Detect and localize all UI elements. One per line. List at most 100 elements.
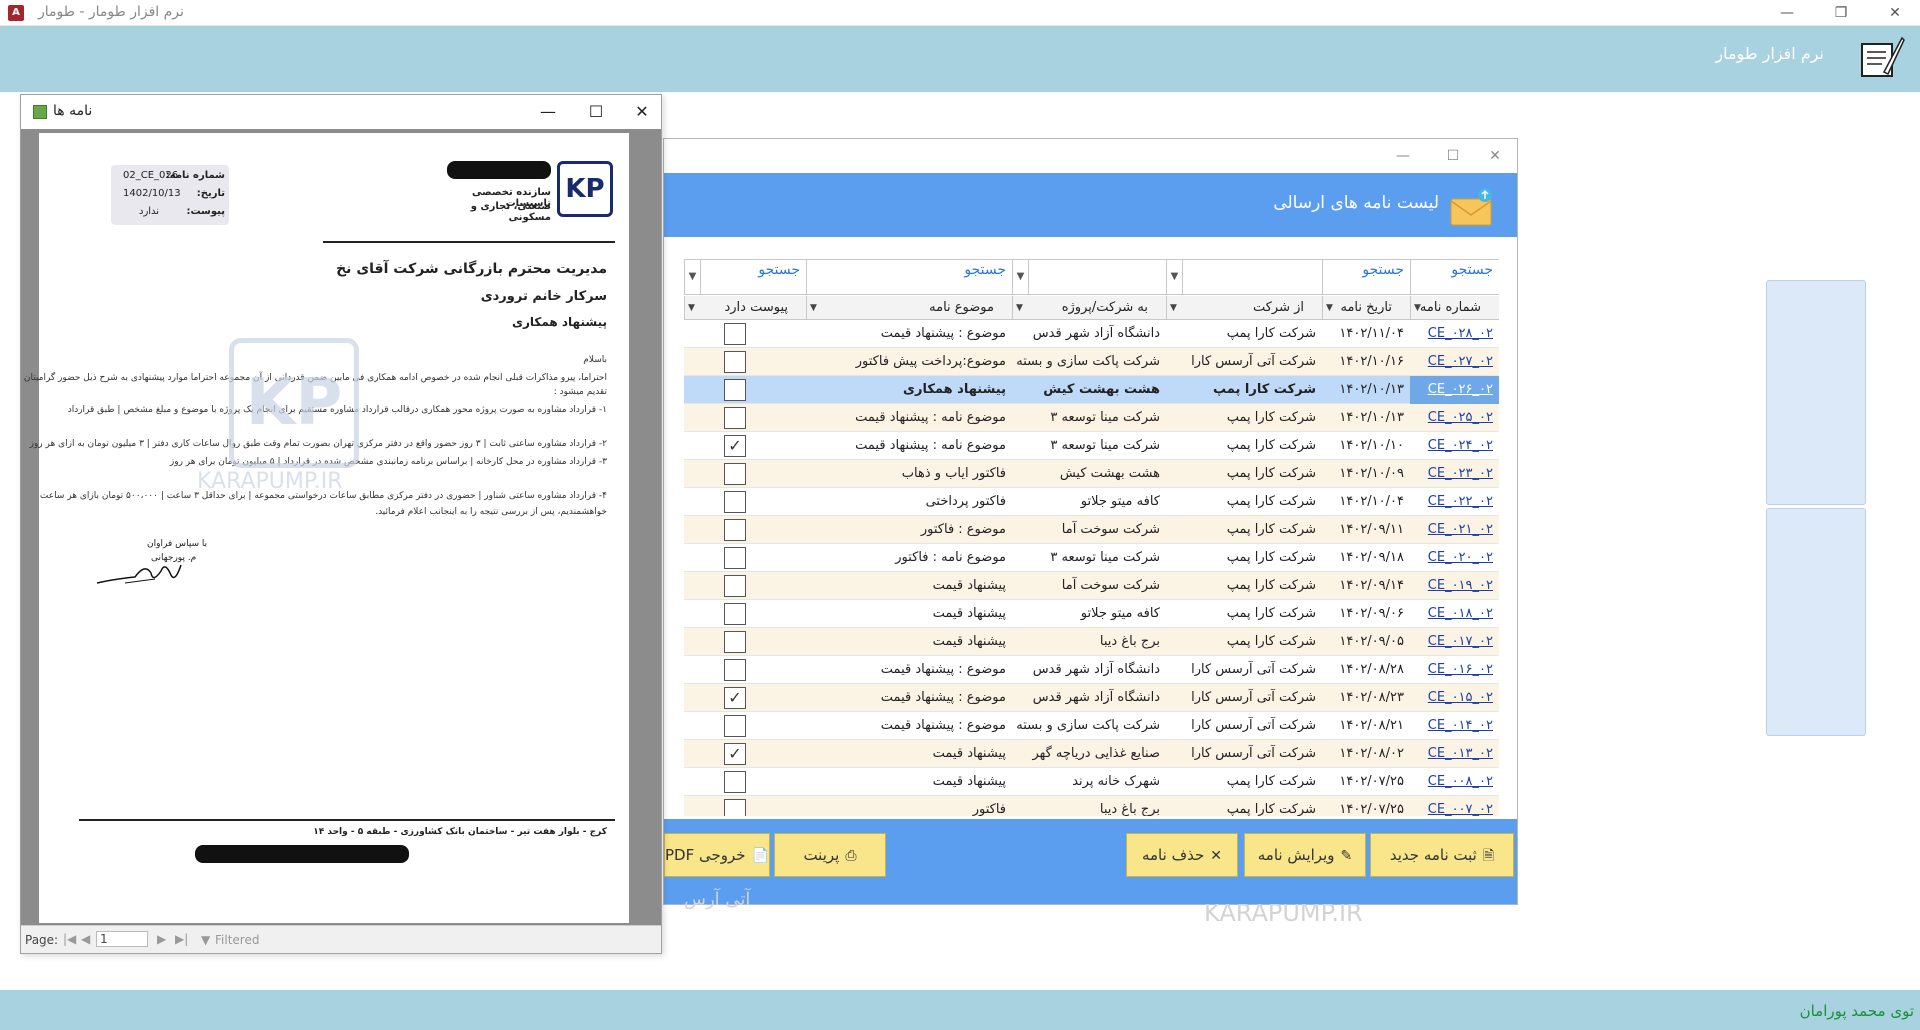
close-icon[interactable]: ✕ <box>1872 0 1918 26</box>
letter-number-cell[interactable]: ۰۲_CE_۰۰۸ <box>1410 768 1499 796</box>
letter-number-link[interactable]: ۰۲_CE_۰۲۱ <box>1428 522 1493 537</box>
search-attachment[interactable]: جستجو ▼ <box>684 260 806 294</box>
letter-number-cell[interactable]: ۰۲_CE_۰۲۲ <box>1410 488 1499 516</box>
attachment-checkbox[interactable] <box>724 547 746 569</box>
search-subject[interactable]: جستجو <box>806 260 1012 294</box>
col-letter-number[interactable]: شماره نامه ▼ <box>1410 296 1499 320</box>
last-page-icon[interactable]: ▶| <box>175 932 188 946</box>
attachment-checkbox[interactable]: ✓ <box>724 435 746 457</box>
letter-number-link[interactable]: ۰۲_CE_۰۱۶ <box>1428 662 1493 677</box>
export-pdf-button[interactable]: 📄خروجی PDF <box>664 833 770 877</box>
attachment-checkbox[interactable] <box>724 351 746 373</box>
letter-number-link[interactable]: ۰۲_CE_۰۲۴ <box>1428 438 1493 453</box>
attachment-checkbox[interactable]: ✓ <box>724 743 746 765</box>
letter-number-cell[interactable]: ۰۲_CE_۰۲۸ <box>1410 320 1499 348</box>
letter-number-cell[interactable]: ۰۲_CE_۰۲۳ <box>1410 460 1499 488</box>
table-row[interactable]: ۰۲_CE_۰۱۶ ۱۴۰۲/۰۸/۲۸ شرکت آتی آرسس کارا دان… <box>684 656 1499 684</box>
table-row[interactable]: ۰۲_CE_۰۲۴ ۱۴۰۲/۱۰/۱۰ شرکت کارا پمپ شرکت مین… <box>684 432 1499 460</box>
letter-number-cell[interactable]: ۰۲_CE_۰۱۳ <box>1410 740 1499 768</box>
table-row[interactable]: ۰۲_CE_۰۲۷ ۱۴۰۲/۱۰/۱۶ شرکت آتی آرسس کارا شرک… <box>684 348 1499 376</box>
close-icon[interactable]: ✕ <box>1472 143 1518 169</box>
next-page-icon[interactable]: ▶ <box>157 932 166 946</box>
attachment-checkbox[interactable] <box>724 519 746 541</box>
attachment-checkbox[interactable] <box>724 463 746 485</box>
attachment-checkbox[interactable] <box>724 631 746 653</box>
search-to-company[interactable]: ▼ <box>1012 260 1166 294</box>
col-attachment[interactable]: پیوست دارد ▼ <box>684 296 806 320</box>
letter-number-cell[interactable]: ۰۲_CE_۰۲۶ <box>1410 376 1499 404</box>
letter-number-cell[interactable]: ۰۲_CE_۰۱۶ <box>1410 656 1499 684</box>
first-page-icon[interactable]: |◀ <box>63 932 76 946</box>
attachment-checkbox[interactable] <box>724 659 746 681</box>
letter-number-cell[interactable]: ۰۲_CE_۰۲۷ <box>1410 348 1499 376</box>
maximize-icon[interactable]: ☐ <box>1430 143 1476 169</box>
letter-number-link[interactable]: ۰۲_CE_۰۲۳ <box>1428 466 1493 481</box>
attachment-checkbox[interactable] <box>724 715 746 737</box>
letter-number-link[interactable]: ۰۲_CE_۰۱۴ <box>1428 718 1493 733</box>
minimize-icon[interactable]: — <box>1764 0 1810 26</box>
letter-number-cell[interactable]: ۰۲_CE_۰۲۴ <box>1410 432 1499 460</box>
delete-letter-button[interactable]: ✕حذف نامه <box>1126 833 1238 877</box>
letter-number-link[interactable]: ۰۲_CE_۰۲۵ <box>1428 410 1493 425</box>
table-row[interactable]: ۰۲_CE_۰۱۳ ۱۴۰۲/۰۸/۰۲ شرکت آتی آرسس کارا صنا… <box>684 740 1499 768</box>
attachment-checkbox[interactable]: ✓ <box>724 687 746 709</box>
new-letter-button[interactable]: 🗎ثبت نامه جدید <box>1370 833 1514 877</box>
letter-number-link[interactable]: ۰۲_CE_۰۰۷ <box>1428 802 1493 816</box>
print-button[interactable]: ⎙پرینت <box>774 833 886 877</box>
table-row[interactable]: ۰۲_CE_۰۲۰ ۱۴۰۲/۰۹/۱۸ شرکت کارا پمپ شرکت مین… <box>684 544 1499 572</box>
page-number-input[interactable]: 1 <box>96 931 148 947</box>
attachment-checkbox[interactable] <box>724 407 746 429</box>
attachment-checkbox[interactable] <box>724 771 746 793</box>
table-row[interactable]: ۰۲_CE_۰۲۱ ۱۴۰۲/۰۹/۱۱ شرکت کارا پمپ شرکت سوخ… <box>684 516 1499 544</box>
letter-number-link[interactable]: ۰۲_CE_۰۲۶ <box>1428 382 1493 397</box>
close-icon[interactable]: ✕ <box>627 99 657 125</box>
col-subject[interactable]: موضوع نامه ▼ <box>806 296 1012 320</box>
maximize-icon[interactable]: ☐ <box>581 99 611 125</box>
col-from-company[interactable]: از شرکت ▼ <box>1166 296 1322 320</box>
letter-number-link[interactable]: ۰۲_CE_۰۱۳ <box>1428 746 1493 761</box>
letter-number-cell[interactable]: ۰۲_CE_۰۲۱ <box>1410 516 1499 544</box>
filter-status[interactable]: Filtered <box>215 933 259 947</box>
letter-number-link[interactable]: ۰۲_CE_۰۱۸ <box>1428 606 1493 621</box>
letter-number-cell[interactable]: ۰۲_CE_۰۱۵ <box>1410 684 1499 712</box>
table-row[interactable]: ۰۲_CE_۰۰۷ ۱۴۰۲/۰۷/۲۵ شرکت کارا پمپ برج باغ … <box>684 796 1499 816</box>
col-to-company[interactable]: به شرکت/پروژه ▼ <box>1012 296 1166 320</box>
table-row[interactable]: ۰۲_CE_۰۲۵ ۱۴۰۲/۱۰/۱۳ شرکت کارا پمپ شرکت مین… <box>684 404 1499 432</box>
letter-number-cell[interactable]: ۰۲_CE_۰۱۸ <box>1410 600 1499 628</box>
letter-number-cell[interactable]: ۰۲_CE_۰۱۴ <box>1410 712 1499 740</box>
table-row[interactable]: ۰۲_CE_۰۲۸ ۱۴۰۲/۱۱/۰۴ شرکت کارا پمپ دانشگاه … <box>684 320 1499 348</box>
search-letter-number[interactable]: جستجو <box>1410 260 1499 294</box>
prev-page-icon[interactable]: ◀ <box>81 932 90 946</box>
letter-number-link[interactable]: ۰۲_CE_۰۰۸ <box>1428 774 1493 789</box>
letter-number-link[interactable]: ۰۲_CE_۰۱۹ <box>1428 578 1493 593</box>
letter-number-link[interactable]: ۰۲_CE_۰۱۵ <box>1428 690 1493 705</box>
letter-number-cell[interactable]: ۰۲_CE_۰۱۷ <box>1410 628 1499 656</box>
table-row[interactable]: ۰۲_CE_۰۲۳ ۱۴۰۲/۱۰/۰۹ شرکت کارا پمپ هشت بهشت… <box>684 460 1499 488</box>
letter-number-link[interactable]: ۰۲_CE_۰۲۰ <box>1428 550 1493 565</box>
letter-number-cell[interactable]: ۰۲_CE_۰۲۵ <box>1410 404 1499 432</box>
table-row[interactable]: ۰۲_CE_۰۱۸ ۱۴۰۲/۰۹/۰۶ شرکت کارا پمپ کافه میت… <box>684 600 1499 628</box>
letter-number-cell[interactable]: ۰۲_CE_۰۲۰ <box>1410 544 1499 572</box>
edit-letter-button[interactable]: ✎ویرایش نامه <box>1244 833 1366 877</box>
search-from-company[interactable]: ▼ <box>1166 260 1322 294</box>
table-row[interactable]: ۰۲_CE_۰۲۲ ۱۴۰۲/۱۰/۰۴ شرکت کارا پمپ کافه میت… <box>684 488 1499 516</box>
letter-number-link[interactable]: ۰۲_CE_۰۲۸ <box>1428 326 1493 341</box>
attachment-checkbox[interactable] <box>724 491 746 513</box>
table-row[interactable]: ۰۲_CE_۰۱۹ ۱۴۰۲/۰۹/۱۴ شرکت کارا پمپ شرکت سوخ… <box>684 572 1499 600</box>
letter-number-link[interactable]: ۰۲_CE_۰۱۷ <box>1428 634 1493 649</box>
attachment-checkbox[interactable] <box>724 575 746 597</box>
letter-number-cell[interactable]: ۰۲_CE_۰۰۷ <box>1410 796 1499 816</box>
table-row[interactable]: ۰۲_CE_۰۱۵ ۱۴۰۲/۰۸/۲۳ شرکت آتی آرسس کارا دان… <box>684 684 1499 712</box>
letter-number-link[interactable]: ۰۲_CE_۰۲۲ <box>1428 494 1493 509</box>
restore-icon[interactable]: ❐ <box>1818 0 1864 26</box>
attachment-checkbox[interactable] <box>724 799 746 816</box>
attachment-checkbox[interactable] <box>724 323 746 345</box>
table-row[interactable]: ۰۲_CE_۰۱۷ ۱۴۰۲/۰۹/۰۵ شرکت کارا پمپ برج باغ … <box>684 628 1499 656</box>
attachment-checkbox[interactable] <box>724 603 746 625</box>
minimize-icon[interactable]: — <box>533 99 563 125</box>
letter-number-link[interactable]: ۰۲_CE_۰۲۷ <box>1428 354 1493 369</box>
attachment-checkbox[interactable] <box>724 379 746 401</box>
table-row[interactable]: ۰۲_CE_۰۱۴ ۱۴۰۲/۰۸/۲۱ شرکت آتی آرسس کارا شرک… <box>684 712 1499 740</box>
search-letter-date[interactable]: جستجو <box>1322 260 1410 294</box>
table-row[interactable]: ۰۲_CE_۰۰۸ ۱۴۰۲/۰۷/۲۵ شرکت کارا پمپ شهرک خان… <box>684 768 1499 796</box>
